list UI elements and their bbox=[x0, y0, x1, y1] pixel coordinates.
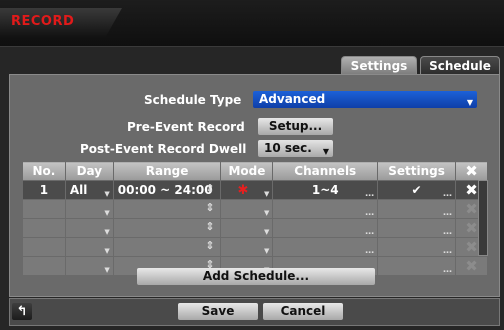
empty-cell: … bbox=[377, 237, 457, 257]
settings-cell[interactable]: ✔… bbox=[377, 180, 457, 200]
post-event-dwell-dropdown[interactable]: 10 sec. ▼ bbox=[258, 140, 333, 157]
more-icon: … bbox=[443, 208, 453, 218]
empty-cell: … bbox=[377, 218, 457, 238]
col-header-settings: Settings bbox=[377, 161, 457, 181]
more-icon: … bbox=[443, 189, 453, 199]
chevron-down-icon: ▼ bbox=[322, 147, 329, 156]
delete-row-icon: ✖ bbox=[455, 256, 488, 276]
empty-cell: ▼ bbox=[220, 218, 274, 238]
schedule-type-dropdown[interactable]: Advanced ▼ bbox=[253, 91, 477, 108]
empty-cell: ⇕ bbox=[112, 218, 222, 238]
empty-cell: … bbox=[272, 237, 379, 257]
pre-event-label: Pre-Event Record bbox=[127, 120, 245, 134]
chevron-down-icon: ▼ bbox=[104, 190, 110, 198]
row-no: 1 bbox=[22, 180, 66, 200]
col-header-mode: Mode bbox=[220, 161, 274, 181]
empty-cell: … bbox=[272, 218, 379, 238]
table-row: ▼ ⇕ ▼ … … ✖ bbox=[22, 199, 488, 219]
empty-cell bbox=[22, 237, 66, 257]
record-mode-icon: ✱ bbox=[237, 182, 249, 198]
chevron-down-icon: ▼ bbox=[263, 209, 270, 217]
empty-cell: … bbox=[377, 256, 457, 276]
chevron-down-icon: ▼ bbox=[104, 247, 110, 255]
spinner-icon: ⇕ bbox=[205, 220, 215, 233]
col-header-channels: Channels bbox=[272, 161, 379, 181]
col-header-day: Day bbox=[64, 161, 114, 181]
more-icon: … bbox=[365, 227, 375, 237]
tab-settings[interactable]: Settings bbox=[341, 56, 417, 75]
empty-cell: ⇕ bbox=[112, 199, 222, 219]
more-icon: … bbox=[365, 189, 375, 199]
empty-cell: ▼ bbox=[220, 199, 274, 219]
empty-cell: … bbox=[377, 199, 457, 219]
more-icon: … bbox=[365, 208, 375, 218]
table-scrollbar[interactable] bbox=[478, 180, 488, 256]
add-schedule-button[interactable]: Add Schedule... bbox=[137, 268, 375, 285]
mode-cell[interactable]: ✱ ▼ bbox=[220, 180, 274, 200]
tab-schedule[interactable]: Schedule bbox=[420, 56, 500, 75]
schedule-table: No. Day Range Mode Channels Settings ✖ 1… bbox=[22, 161, 488, 276]
range-cell[interactable]: 00:00 ~ 24:00 ⇕ bbox=[112, 180, 222, 200]
post-event-dwell-value: 10 sec. bbox=[264, 141, 312, 155]
channels-cell[interactable]: 1~4 … bbox=[272, 180, 379, 200]
title-bar: RECORD bbox=[0, 0, 504, 47]
empty-cell bbox=[22, 256, 66, 276]
table-row: 1 All ▼ 00:00 ~ 24:00 ⇕ ✱ ▼ 1~4… ✔… ✖ bbox=[22, 180, 488, 200]
window-title: RECORD bbox=[11, 14, 75, 29]
empty-cell: ▼ bbox=[64, 256, 114, 276]
chevron-down-icon: ▼ bbox=[263, 247, 270, 255]
cancel-button[interactable]: Cancel bbox=[263, 303, 343, 320]
row-channels: 1~4 bbox=[311, 183, 339, 197]
table-row: ▼ ⇕ ▼ … … ✖ bbox=[22, 237, 488, 257]
schedule-type-value: Advanced bbox=[259, 92, 326, 106]
empty-cell: ⇕ bbox=[112, 237, 222, 257]
row-range: 00:00 ~ 24:00 bbox=[117, 183, 213, 197]
day-cell[interactable]: All ▼ bbox=[64, 180, 114, 200]
empty-cell bbox=[22, 218, 66, 238]
chevron-down-icon: ▼ bbox=[104, 209, 110, 217]
row-settings-check: ✔ bbox=[411, 183, 422, 197]
chevron-down-icon: ▼ bbox=[263, 190, 270, 198]
chevron-down-icon: ▼ bbox=[263, 228, 270, 236]
empty-cell: ▼ bbox=[64, 199, 114, 219]
more-icon: … bbox=[443, 265, 453, 275]
more-icon: … bbox=[443, 246, 453, 256]
table-row: ▼ ⇕ ▼ … … ✖ bbox=[22, 218, 488, 238]
post-event-label: Post-Event Record Dwell bbox=[80, 142, 247, 156]
empty-cell: ▼ bbox=[220, 237, 274, 257]
spinner-icon[interactable]: ⇕ bbox=[205, 182, 214, 195]
more-icon: … bbox=[365, 246, 375, 256]
row-day: All bbox=[69, 183, 88, 197]
empty-cell: ▼ bbox=[64, 218, 114, 238]
back-arrow-icon[interactable]: ↰ bbox=[12, 303, 32, 320]
save-button[interactable]: Save bbox=[178, 303, 258, 320]
col-header-range: Range bbox=[112, 161, 222, 181]
chevron-down-icon: ▼ bbox=[104, 228, 110, 236]
empty-cell: … bbox=[272, 199, 379, 219]
schedule-type-label: Schedule Type bbox=[144, 93, 242, 107]
pre-event-setup-button[interactable]: Setup... bbox=[258, 118, 333, 135]
spinner-icon: ⇕ bbox=[205, 201, 215, 214]
more-icon: … bbox=[443, 227, 453, 237]
delete-all-icon[interactable]: ✖ bbox=[455, 161, 488, 181]
empty-cell: ▼ bbox=[64, 237, 114, 257]
empty-cell bbox=[22, 199, 66, 219]
chevron-down-icon: ▼ bbox=[466, 98, 473, 107]
spinner-icon: ⇕ bbox=[205, 239, 215, 252]
chevron-down-icon: ▼ bbox=[104, 266, 110, 274]
col-header-no: No. bbox=[22, 161, 66, 181]
